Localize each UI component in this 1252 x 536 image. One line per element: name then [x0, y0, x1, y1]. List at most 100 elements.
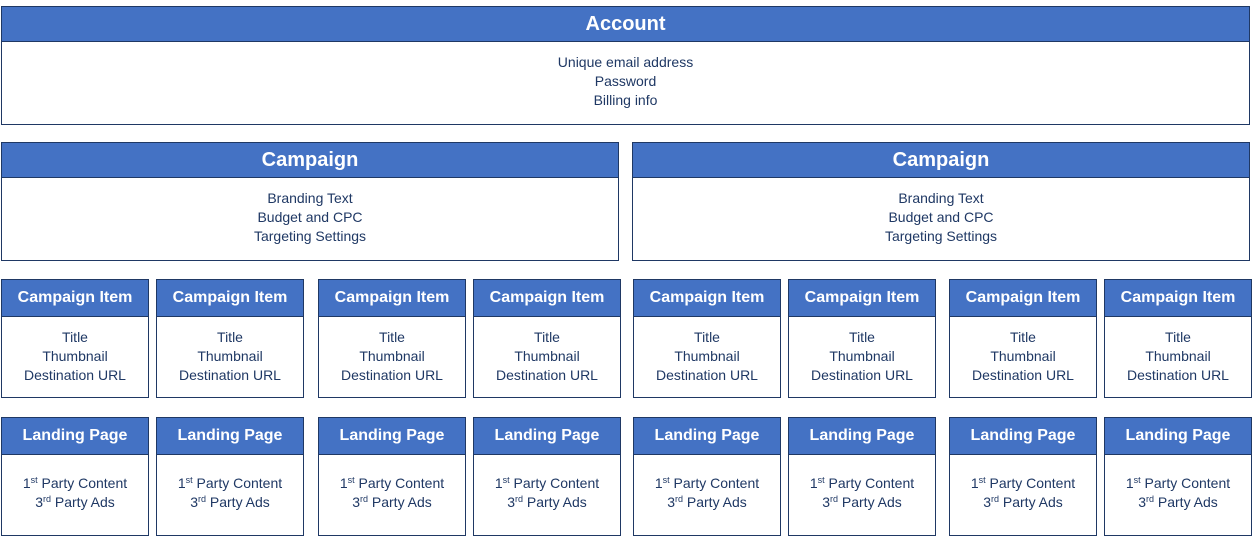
landing-page-field: 3rd Party Ads: [157, 493, 303, 512]
field-text: Party Content: [669, 475, 760, 491]
ordinal-number: 1: [970, 475, 979, 491]
ordinal-suffix: st: [817, 475, 825, 485]
landing-page-header: Landing Page: [634, 418, 780, 455]
ordinal-number: 3: [190, 494, 198, 510]
campaign-item-field: Thumbnail: [514, 348, 580, 364]
landing-page-field: 3rd Party Ads: [2, 493, 148, 512]
field-text: Party Ads: [206, 494, 270, 510]
landing-page-box: Landing Page 1st Party Content 3rd Party A…: [473, 417, 621, 536]
campaign-item-box: Campaign Item Title Thumbnail Destination U…: [788, 279, 936, 398]
ordinal-number: 1: [177, 475, 186, 491]
ordinal-number: 3: [1138, 494, 1146, 510]
account-field: Unique email address: [557, 54, 694, 70]
campaign-item-field: Thumbnail: [1145, 348, 1211, 364]
ordinal-suffix: st: [30, 475, 38, 485]
landing-page-fields: 1st Party Content 3rd Party Ads: [789, 455, 935, 512]
campaign-field: Targeting Settings: [253, 228, 367, 244]
account-fields: Unique email address Password Billing in…: [2, 42, 1249, 110]
ordinal-number: 3: [667, 494, 675, 510]
ordinal-number: 3: [35, 494, 43, 510]
ordinal-suffix: st: [502, 475, 510, 485]
ordinal-suffix: rd: [990, 494, 999, 504]
campaign-item-field: Title: [62, 329, 88, 345]
campaign-item-field: Title: [217, 329, 243, 345]
landing-page-fields: 1st Party Content 3rd Party Ads: [319, 455, 465, 512]
landing-page-field: 1st Party Content: [319, 474, 465, 493]
ordinal-number: 3: [352, 494, 360, 510]
landing-page-fields: 1st Party Content 3rd Party Ads: [157, 455, 303, 512]
campaign-field: Targeting Settings: [884, 228, 998, 244]
campaign-field: Budget and CPC: [888, 209, 994, 225]
field-text: Party Ads: [838, 494, 902, 510]
ordinal-suffix: st: [662, 475, 670, 485]
campaign-item-box: Campaign Item Title Thumbnail Destination U…: [633, 279, 781, 398]
campaign-item-box: Campaign Item Title Thumbnail Destination U…: [156, 279, 304, 398]
campaign-item-field: Destination URL: [179, 367, 281, 383]
field-text: Party Content: [824, 475, 915, 491]
field-text: Party Ads: [683, 494, 747, 510]
landing-page-header: Landing Page: [1105, 418, 1251, 455]
campaign-item-box: Campaign Item Title Thumbnail Destination U…: [1, 279, 149, 398]
landing-page-box: Landing Page 1st Party Content 3rd Party A…: [633, 417, 781, 536]
ordinal-number: 1: [22, 475, 31, 491]
campaign-item-fields: Title Thumbnail Destination URL: [1105, 317, 1251, 385]
ordinal-suffix: st: [1133, 475, 1141, 485]
ordinal-number: 3: [822, 494, 830, 510]
field-text: Party Ads: [51, 494, 115, 510]
landing-page-field: 1st Party Content: [950, 474, 1096, 493]
campaign-item-field: Destination URL: [1127, 367, 1229, 383]
landing-page-box: Landing Page 1st Party Content 3rd Party A…: [156, 417, 304, 536]
landing-page-header: Landing Page: [319, 418, 465, 455]
campaign-item-header: Campaign Item: [474, 280, 620, 317]
ordinal-number: 1: [654, 475, 663, 491]
campaign-header: Campaign: [2, 143, 618, 178]
landing-page-field: 3rd Party Ads: [634, 493, 780, 512]
campaign-item-field: Title: [534, 329, 560, 345]
campaign-item-header: Campaign Item: [1105, 280, 1251, 317]
field-text: Party Ads: [523, 494, 587, 510]
landing-page-fields: 1st Party Content 3rd Party Ads: [1105, 455, 1251, 512]
field-text: Party Ads: [368, 494, 432, 510]
campaign-item-fields: Title Thumbnail Destination URL: [2, 317, 148, 385]
landing-page-header: Landing Page: [950, 418, 1096, 455]
landing-page-field: 1st Party Content: [1105, 474, 1251, 493]
campaign-item-field: Destination URL: [24, 367, 126, 383]
campaign-item-fields: Title Thumbnail Destination URL: [474, 317, 620, 385]
landing-page-field: 3rd Party Ads: [789, 493, 935, 512]
campaign-item-field: Thumbnail: [359, 348, 425, 364]
campaign-item-fields: Title Thumbnail Destination URL: [634, 317, 780, 385]
ordinal-suffix: rd: [359, 494, 368, 504]
account-header: Account: [2, 7, 1249, 42]
landing-page-field: 1st Party Content: [474, 474, 620, 493]
campaign-item-field: Destination URL: [496, 367, 598, 383]
account-field: Password: [594, 73, 657, 89]
campaign-box: Campaign Branding Text Budget and CPC Ta…: [632, 142, 1250, 261]
landing-page-fields: 1st Party Content 3rd Party Ads: [634, 455, 780, 512]
ordinal-number: 1: [1125, 475, 1134, 491]
campaign-box: Campaign Branding Text Budget and CPC Ta…: [1, 142, 619, 261]
campaign-item-field: Title: [849, 329, 875, 345]
ordinal-number: 1: [339, 475, 348, 491]
campaign-item-field: Destination URL: [811, 367, 913, 383]
campaign-item-fields: Title Thumbnail Destination URL: [950, 317, 1096, 385]
landing-page-box: Landing Page 1st Party Content 3rd Party A…: [1104, 417, 1252, 536]
field-text: Party Content: [509, 475, 600, 491]
landing-page-header: Landing Page: [789, 418, 935, 455]
campaign-item-field: Title: [379, 329, 405, 345]
campaign-item-field: Thumbnail: [829, 348, 895, 364]
landing-page-field: 1st Party Content: [634, 474, 780, 493]
campaign-item-box: Campaign Item Title Thumbnail Destination U…: [949, 279, 1097, 398]
landing-page-box: Landing Page 1st Party Content 3rd Party A…: [1, 417, 149, 536]
campaign-item-field: Thumbnail: [674, 348, 740, 364]
campaign-item-field: Destination URL: [656, 367, 758, 383]
field-text: Party Content: [192, 475, 283, 491]
landing-page-fields: 1st Party Content 3rd Party Ads: [2, 455, 148, 512]
landing-page-field: 3rd Party Ads: [950, 493, 1096, 512]
landing-page-field: 1st Party Content: [2, 474, 148, 493]
ordinal-number: 1: [809, 475, 818, 491]
ordinal-suffix: st: [978, 475, 986, 485]
ordinal-number: 1: [494, 475, 503, 491]
campaign-item-field: Title: [1010, 329, 1036, 345]
campaign-field: Branding Text: [267, 190, 353, 206]
ordinal-suffix: rd: [1145, 494, 1154, 504]
